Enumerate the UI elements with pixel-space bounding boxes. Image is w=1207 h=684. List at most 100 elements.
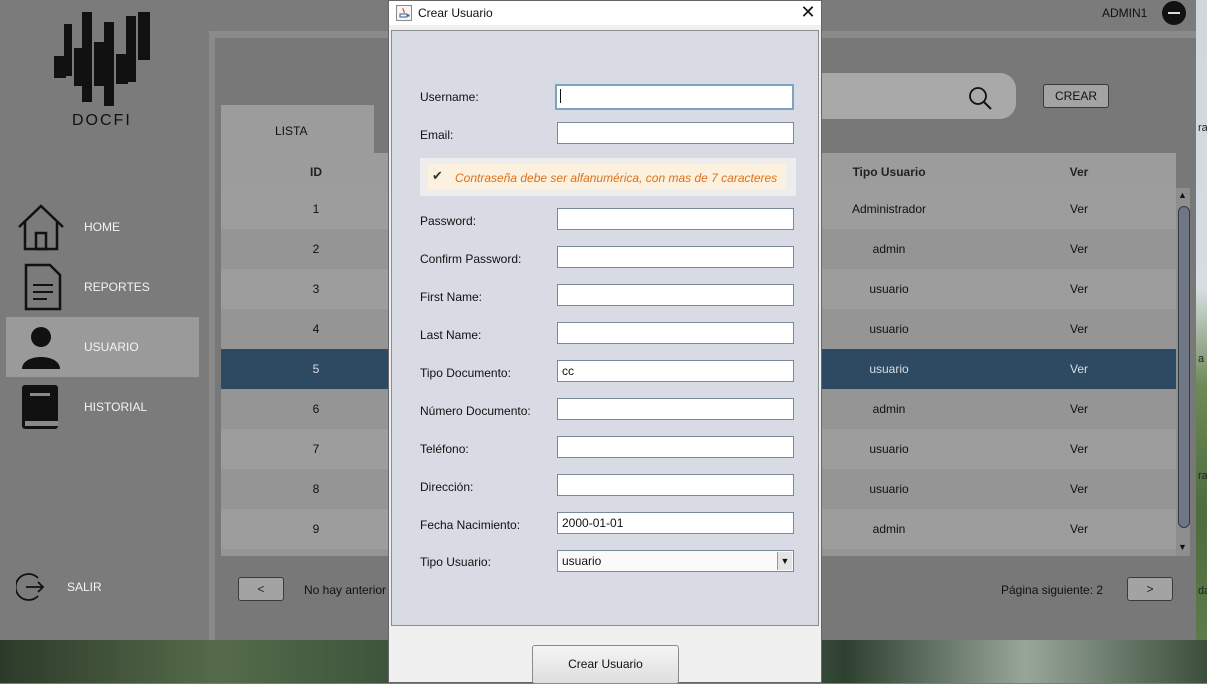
check-icon: ✔ (432, 168, 443, 183)
previous-page-button[interactable]: < (238, 577, 284, 601)
cell-ver[interactable]: Ver (1059, 402, 1099, 416)
username-field[interactable] (555, 84, 794, 110)
background-window-edge (1196, 0, 1207, 640)
password-field[interactable] (557, 208, 794, 230)
tab-lista[interactable]: LISTA (221, 105, 374, 153)
numero-documento-label: Número Documento: (420, 404, 531, 418)
minimize-icon[interactable] (1162, 1, 1186, 25)
next-page-button[interactable]: > (1127, 577, 1173, 601)
cell-id: 6 (312, 402, 320, 416)
telefono-label: Teléfono: (420, 442, 469, 456)
crear-usuario-button[interactable]: Crear Usuario (532, 645, 679, 684)
no-previous-text: No hay anterior (304, 583, 387, 597)
sidebar-item-label: REPORTES (84, 280, 150, 294)
numero-documento-field[interactable] (557, 398, 794, 420)
home-icon (18, 204, 64, 251)
scroll-down-icon[interactable]: ▼ (1178, 542, 1187, 552)
next-page-text: Página siguiente: 2 (1001, 583, 1104, 597)
last-name-label: Last Name: (420, 328, 482, 342)
sidebar-item-home[interactable]: HOME (6, 197, 199, 257)
tab-label: LISTA (275, 124, 308, 138)
cell-id: 7 (312, 442, 320, 456)
java-icon (396, 5, 412, 21)
cell-id: 4 (312, 322, 320, 336)
dialog-titlebar[interactable]: Crear Usuario ✕ (389, 1, 821, 25)
tipo-documento-label: Tipo Documento: (420, 366, 511, 380)
cell-id: 8 (312, 482, 320, 496)
telefono-field[interactable] (557, 436, 794, 458)
cell-tipo: Administrador (851, 202, 927, 216)
tipo-usuario-select[interactable]: usuario ▼ (557, 550, 794, 572)
password-label: Password: (420, 214, 477, 228)
close-icon[interactable]: ✕ (797, 2, 819, 24)
cell-tipo: usuario (869, 282, 909, 296)
edge-text: ra (1198, 470, 1207, 482)
cell-ver[interactable]: Ver (1059, 482, 1099, 496)
user-icon (22, 327, 60, 369)
first-name-label: First Name: (420, 290, 483, 304)
edge-text: a (1198, 353, 1205, 365)
confirm-password-label: Confirm Password: (420, 252, 522, 266)
crear-button[interactable]: CREAR (1043, 84, 1109, 108)
logout-icon[interactable] (16, 571, 48, 603)
search-icon[interactable] (968, 86, 992, 110)
chevron-down-icon[interactable]: ▼ (777, 552, 792, 570)
cell-id: 1 (312, 202, 320, 216)
cell-ver[interactable]: Ver (1059, 362, 1099, 376)
sidebar-item-historial[interactable]: HISTORIAL (6, 377, 199, 437)
cell-ver[interactable]: Ver (1059, 442, 1099, 456)
sidebar: DOCFI HOME REPORTES USUARIO HISTORIAL SA… (0, 0, 209, 640)
text-caret (560, 89, 561, 103)
current-user-label: ADMIN1 (1102, 6, 1148, 20)
fecha-nacimiento-field[interactable]: 2000-01-01 (557, 512, 794, 534)
password-hint-text: Contraseña debe ser alfanumérica, con ma… (455, 171, 778, 185)
scrollbar-thumb[interactable] (1178, 206, 1190, 528)
last-name-field[interactable] (557, 322, 794, 344)
cell-ver[interactable]: Ver (1059, 522, 1099, 536)
cell-ver[interactable]: Ver (1059, 202, 1099, 216)
edge-text: da (1198, 585, 1207, 597)
email-label: Email: (420, 128, 454, 142)
fecha-nacimiento-label: Fecha Nacimiento: (420, 518, 521, 532)
direccion-label: Dirección: (420, 480, 474, 494)
logo-text: DOCFI (72, 112, 132, 129)
cell-tipo: usuario (869, 322, 909, 336)
cell-tipo: usuario (869, 362, 909, 376)
form-panel: Username: Email: ✔ Contraseña debe ser a… (391, 30, 819, 626)
table-scrollbar[interactable]: ▲ ▼ (1176, 188, 1190, 556)
cell-ver[interactable]: Ver (1059, 242, 1099, 256)
tipo-usuario-label: Tipo Usuario: (420, 555, 491, 569)
column-header-tipo-usuario[interactable]: Tipo Usuario (839, 165, 939, 179)
sidebar-item-label: USUARIO (84, 340, 139, 354)
cell-id: 5 (312, 362, 320, 376)
docfi-logo-icon (54, 12, 150, 106)
cell-tipo: admin (872, 242, 906, 256)
sidebar-item-label: HOME (84, 220, 120, 234)
cell-ver[interactable]: Ver (1059, 322, 1099, 336)
sidebar-item-usuario[interactable]: USUARIO (6, 317, 199, 377)
tipo-usuario-value: usuario (562, 554, 602, 568)
book-icon (22, 385, 58, 429)
cell-ver[interactable]: Ver (1059, 282, 1099, 296)
crear-usuario-dialog: Crear Usuario ✕ Username: Email: ✔ Contr… (388, 0, 822, 684)
cell-tipo: admin (872, 402, 906, 416)
direccion-field[interactable] (557, 474, 794, 496)
cell-id: 3 (312, 282, 320, 296)
edge-text: ra (1198, 122, 1207, 134)
cell-id: 2 (312, 242, 320, 256)
password-hint-box: ✔ Contraseña debe ser alfanumérica, con … (428, 164, 786, 190)
logout-label[interactable]: SALIR (67, 580, 102, 594)
column-header-id[interactable]: ID (301, 165, 331, 179)
confirm-password-field[interactable] (557, 246, 794, 268)
first-name-field[interactable] (557, 284, 794, 306)
sidebar-item-reportes[interactable]: REPORTES (6, 257, 199, 317)
document-icon (24, 263, 62, 311)
email-field[interactable] (557, 122, 794, 144)
sidebar-item-label: HISTORIAL (84, 400, 148, 414)
column-header-ver[interactable]: Ver (1059, 165, 1099, 179)
cell-tipo: admin (872, 522, 906, 536)
cell-id: 9 (312, 522, 320, 536)
tipo-documento-field[interactable]: cc (557, 360, 794, 382)
password-hint: ✔ Contraseña debe ser alfanumérica, con … (420, 158, 796, 196)
scroll-up-icon[interactable]: ▲ (1178, 190, 1187, 200)
